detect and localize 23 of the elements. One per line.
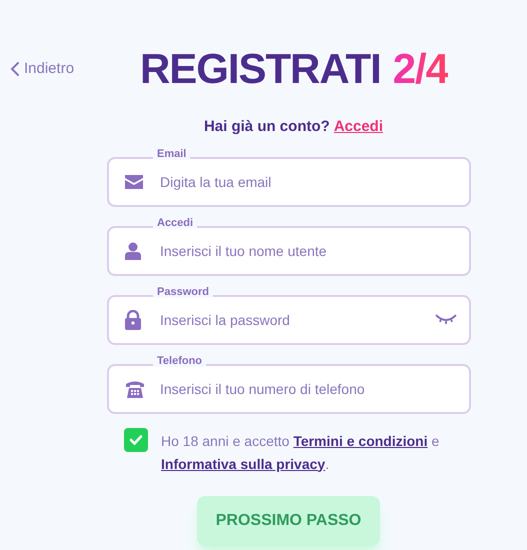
input-field[interactable]: Inserisci il tuo nome utente (107, 226, 471, 276)
legal-link[interactable]: Informativa sulla privacy (161, 456, 326, 472)
input-field[interactable]: Inserisci la password (107, 294, 471, 344)
consent-text: Ho 18 anni e accetto Termini e condizioni e Informativa sulla privacy. (161, 432, 440, 474)
lock-icon (125, 310, 141, 330)
chevron-left-icon (10, 61, 20, 77)
closed-eye-icon[interactable] (435, 314, 457, 326)
checkbox[interactable] (124, 428, 148, 452)
input-field[interactable]: Digita la tua email (107, 156, 471, 206)
field-label: Password (153, 286, 213, 298)
back-link[interactable]: Indietro (10, 58, 120, 80)
login-link[interactable]: Accedi (334, 116, 384, 138)
field-label: Accedi (153, 218, 198, 228)
telephone-icon (125, 380, 145, 398)
input-field[interactable]: Inserisci il tuo numero di telefono (107, 364, 471, 414)
user-icon (125, 242, 141, 260)
legal-link[interactable]: Termini e condizioni (293, 432, 428, 448)
envelope-icon (125, 174, 143, 188)
login-prompt: Hai già un conto? (204, 117, 330, 137)
checkmark-icon (129, 434, 143, 446)
field-label: Telefono (153, 356, 206, 366)
field-label: Email (153, 148, 190, 160)
page-title: REGISTRATI (140, 48, 381, 90)
